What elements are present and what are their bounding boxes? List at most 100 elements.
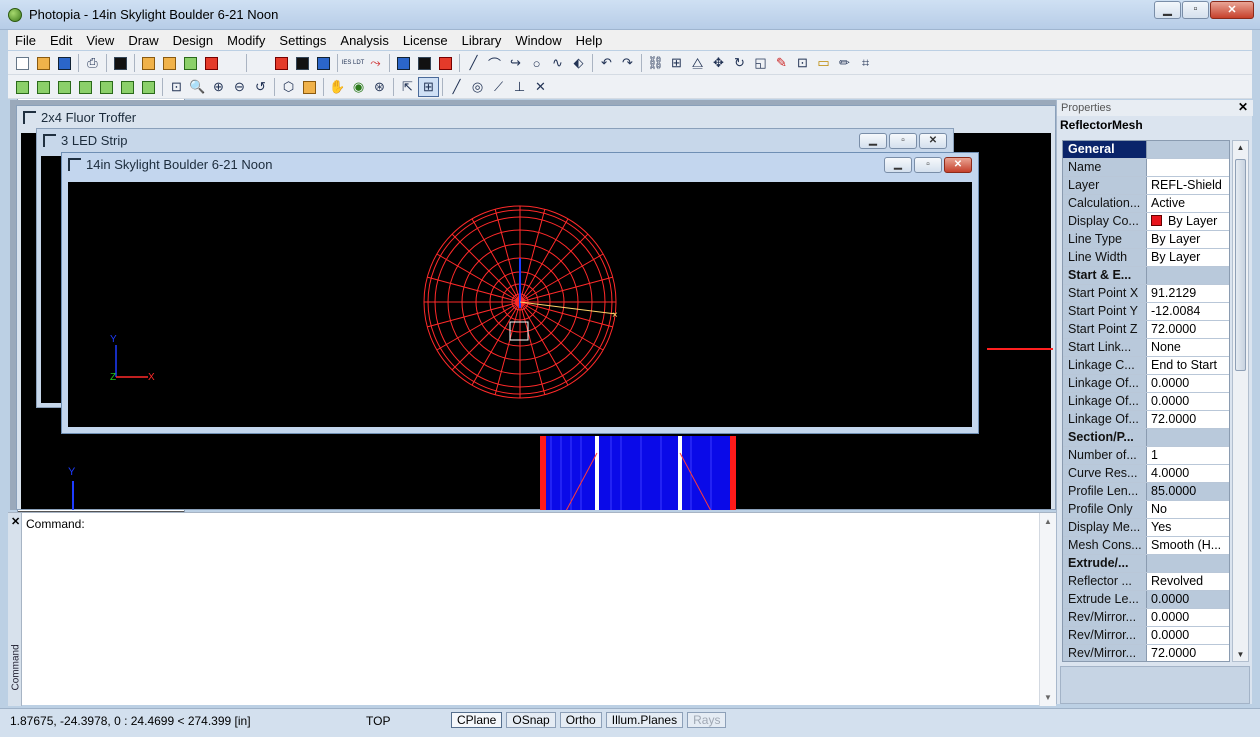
viewport-top[interactable]: × Y Z X [68,182,972,427]
rays-toggle[interactable]: Rays [687,712,727,728]
target-icon[interactable] [271,53,292,73]
snap-end-icon[interactable]: ╱ [446,77,467,97]
monitor-icon[interactable] [393,53,414,73]
chart-icon[interactable] [180,53,201,73]
line-icon[interactable]: ╱ [463,53,484,73]
shade-icon[interactable] [292,53,313,73]
property-category[interactable]: Start & E... [1063,267,1229,285]
property-value[interactable]: No [1147,501,1229,518]
scroll-down-icon[interactable]: ▼ [1040,693,1056,702]
command-scrollbar[interactable]: ▲ ▼ [1039,513,1056,706]
minimize-button[interactable]: ▁ [1154,1,1181,19]
property-row[interactable]: Name [1063,159,1229,177]
calculator-icon[interactable] [414,53,435,73]
open-folder-icon[interactable] [33,53,54,73]
view-iso4-icon[interactable] [75,77,96,97]
property-value[interactable]: End to Start [1147,357,1229,374]
close-button[interactable]: ✕ [1210,1,1254,19]
link-icon[interactable]: ⛓ [645,53,666,73]
scroll-up-icon[interactable]: ▲ [1040,517,1056,526]
property-row[interactable]: Linkage Of... 0.0000 [1063,393,1229,411]
ortho-toggle[interactable]: Ortho [559,712,602,728]
property-value[interactable]: 91.2129 [1147,285,1229,302]
property-row[interactable]: Display Co... By Layer [1063,213,1229,231]
osnap-toggle[interactable]: OSnap [506,712,556,728]
property-row[interactable]: Curve Res... 4.0000 [1063,465,1229,483]
report-icon[interactable] [138,53,159,73]
extrude-icon[interactable]: ⬖ [568,53,589,73]
zoom-previous-icon[interactable]: ↺ [250,77,271,97]
pencil-icon[interactable]: ✏ [834,53,855,73]
menu-draw[interactable]: Draw [121,33,165,48]
menu-license[interactable]: License [396,33,455,48]
render-icon[interactable] [201,53,222,73]
property-value[interactable]: 0.0000 [1147,591,1229,608]
zoom-extents-icon[interactable]: ⊡ [166,77,187,97]
scroll-down-icon[interactable]: ▼ [1233,650,1248,659]
property-row[interactable]: Linkage Of... 72.0000 [1063,411,1229,429]
property-value[interactable]: -12.0084 [1147,303,1229,320]
property-row[interactable]: Linkage C... End to Start [1063,357,1229,375]
scroll-up-icon[interactable]: ▲ [1233,143,1248,152]
property-value[interactable]: Active [1147,195,1229,212]
menu-view[interactable]: View [79,33,121,48]
property-row[interactable]: Number of... 1 [1063,447,1229,465]
menu-library[interactable]: Library [455,33,509,48]
property-row[interactable]: Start Link... None [1063,339,1229,357]
box-view-icon[interactable]: ⬡ [278,77,299,97]
property-value[interactable]: Yes [1147,519,1229,536]
property-value[interactable]: 85.0000 [1147,483,1229,500]
circle-icon[interactable]: ○ [526,53,547,73]
property-value[interactable]: By Layer [1147,231,1229,248]
property-row[interactable]: Profile Len... 85.0000 [1063,483,1229,501]
command-prompt[interactable]: Command: [26,517,85,531]
zoom-out-icon[interactable]: ⊖ [229,77,250,97]
scale-icon[interactable]: ◱ [750,53,771,73]
grid-icon[interactable] [17,53,271,615]
property-value[interactable]: 1 [1147,447,1229,464]
property-value[interactable]: 0.0000 [1147,375,1229,392]
property-grid[interactable]: General Name Layer REFL-Shield Calculation..… [1062,140,1230,662]
property-row[interactable]: Start Point X 91.2129 [1063,285,1229,303]
menu-edit[interactable]: Edit [43,33,79,48]
property-value[interactable]: None [1147,339,1229,356]
property-value[interactable]: Revolved [1147,573,1229,590]
close-icon[interactable]: ✕ [1238,100,1248,114]
view-iso1-icon[interactable] [12,77,33,97]
property-value[interactable]: 0.0000 [1147,609,1229,626]
curve-icon[interactable]: ⤳ [365,53,386,73]
report2-icon[interactable] [159,53,180,73]
property-category[interactable]: General [1063,141,1229,159]
view-iso5-icon[interactable] [96,77,117,97]
close-button[interactable]: ✕ [919,133,947,149]
minimize-button[interactable]: ▁ [884,157,912,173]
property-scrollbar[interactable]: ▲ ▼ [1232,140,1249,662]
scroll-thumb[interactable] [1235,159,1246,371]
arc-icon[interactable]: ⌒ [484,53,505,73]
rotate-icon[interactable]: ↻ [729,53,750,73]
cplane-toggle[interactable]: CPlane [451,712,503,728]
menu-file[interactable]: File [8,33,43,48]
snap-center-icon[interactable]: ◎ [467,77,488,97]
property-row[interactable]: Mesh Cons... Smooth (H... [1063,537,1229,555]
ies-ldt-icon[interactable]: IES LDT [341,53,365,73]
select-icon[interactable]: ⇱ [397,77,418,97]
undo-icon[interactable]: ↶ [596,53,617,73]
property-value[interactable]: 0.0000 [1147,627,1229,644]
menu-design[interactable]: Design [166,33,220,48]
property-category[interactable]: Section/P... [1063,429,1229,447]
property-row[interactable]: Line Width By Layer [1063,249,1229,267]
maximize-button[interactable]: ▫ [1182,1,1209,19]
property-value[interactable]: 72.0000 [1147,411,1229,428]
move-icon[interactable]: ✥ [708,53,729,73]
view-iso3-icon[interactable] [54,77,75,97]
property-row[interactable]: Rev/Mirror... 72.0000 [1063,645,1229,661]
property-category[interactable]: Extrude/... [1063,555,1229,573]
maximize-button[interactable]: ▫ [889,133,917,149]
zoom-dynamic-icon[interactable]: ⊛ [369,77,390,97]
zoom-window-icon[interactable]: 🔍 [187,77,208,97]
orbit-icon[interactable]: ◉ [348,77,369,97]
property-row[interactable]: Line Type By Layer [1063,231,1229,249]
array-icon[interactable]: ⊞ [666,53,687,73]
close-icon[interactable]: ✕ [11,515,20,528]
